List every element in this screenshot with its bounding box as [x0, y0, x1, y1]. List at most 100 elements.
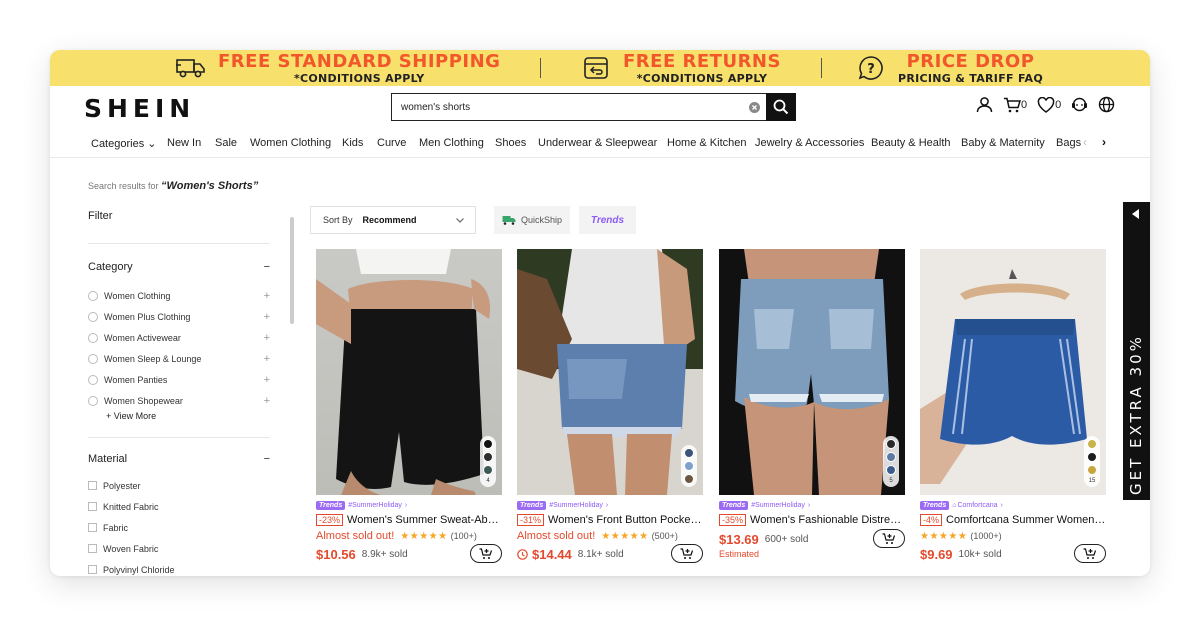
- swatch[interactable]: [684, 448, 694, 458]
- swatch[interactable]: [886, 439, 896, 449]
- category-option[interactable]: Women Shopewear +: [88, 390, 270, 411]
- swatch[interactable]: [483, 439, 493, 449]
- category-option[interactable]: Women Clothing +: [88, 285, 270, 306]
- search-input[interactable]: [392, 94, 742, 120]
- clear-search-icon[interactable]: [742, 94, 766, 120]
- swatch[interactable]: [1087, 465, 1097, 475]
- material-option[interactable]: Polyvinyl Chloride: [88, 559, 270, 576]
- quickship-filter[interactable]: QuickShip: [494, 206, 570, 234]
- nav-item-kids[interactable]: Kids: [342, 137, 363, 149]
- product-name[interactable]: Women's Summer Sweat-Absorbent...: [347, 514, 502, 526]
- product-name[interactable]: Comfortcana Summer Women ...: [946, 514, 1106, 526]
- expand-icon[interactable]: +: [264, 353, 270, 365]
- category-option[interactable]: Women Panties +: [88, 369, 270, 390]
- sort-dropdown[interactable]: Sort By Recommend: [310, 206, 476, 234]
- product-image[interactable]: 4: [316, 249, 502, 495]
- nav-item-categories[interactable]: Categories ⌄: [91, 137, 156, 150]
- view-more-link[interactable]: + View More: [106, 411, 270, 421]
- color-swatches[interactable]: 15: [1084, 436, 1100, 487]
- expand-icon[interactable]: +: [264, 395, 270, 407]
- color-swatches[interactable]: 5: [883, 436, 899, 487]
- add-to-cart-button[interactable]: [470, 544, 502, 563]
- category-option[interactable]: Women Sleep & Lounge +: [88, 348, 270, 369]
- product-name[interactable]: Women's Front Button Pocket Ripped...: [548, 514, 703, 526]
- nav-prev-icon[interactable]: ‹: [1083, 135, 1087, 149]
- promo-price-drop[interactable]: ? PRICE DROP PRICING & TARIFF FAQ: [856, 52, 1043, 84]
- nav-item-new-in[interactable]: New In: [167, 137, 201, 149]
- expand-icon[interactable]: +: [264, 332, 270, 344]
- nav-item-women-clothing[interactable]: Women Clothing: [250, 137, 331, 149]
- add-to-cart-button[interactable]: [1074, 544, 1106, 563]
- swatch[interactable]: [886, 465, 896, 475]
- category-header[interactable]: Category −: [88, 261, 270, 281]
- material-option[interactable]: Woven Fabric: [88, 538, 270, 559]
- nav-item-beauty-health[interactable]: Beauty & Health: [871, 137, 951, 149]
- checkbox[interactable]: [88, 481, 97, 490]
- hashtag-link[interactable]: #SummerHoliday: [348, 502, 402, 509]
- swatch[interactable]: [1087, 439, 1097, 449]
- color-swatches[interactable]: 4: [480, 436, 496, 487]
- sidebar-scrollbar[interactable]: [290, 217, 294, 324]
- swatch[interactable]: [483, 465, 493, 475]
- search-button[interactable]: [766, 93, 796, 121]
- category-option[interactable]: Women Plus Clothing +: [88, 306, 270, 327]
- nav-item-sale[interactable]: Sale: [215, 137, 237, 149]
- color-swatches[interactable]: [681, 445, 697, 487]
- checkbox[interactable]: [88, 502, 97, 511]
- collapse-icon[interactable]: −: [264, 261, 270, 281]
- nav-item-men-clothing[interactable]: Men Clothing: [419, 137, 484, 149]
- nav-item-shoes[interactable]: Shoes: [495, 137, 526, 149]
- product-card[interactable]: 5 Trends #SummerHoliday › -35% Women's F…: [719, 249, 905, 559]
- nav-item-home-kitchen[interactable]: Home & Kitchen: [667, 137, 746, 149]
- checkbox[interactable]: [88, 544, 97, 553]
- collapse-icon[interactable]: −: [264, 453, 270, 473]
- category-option[interactable]: Women Activewear +: [88, 327, 270, 348]
- brand-link[interactable]: Comfortcana: [957, 502, 997, 509]
- nav-item-jewelry-accessories[interactable]: Jewelry & Accessories: [755, 137, 864, 149]
- radio-button[interactable]: [88, 311, 98, 322]
- hashtag-link[interactable]: #SummerHoliday: [549, 502, 603, 509]
- expand-icon[interactable]: +: [264, 374, 270, 386]
- trends-filter[interactable]: Trends: [579, 206, 636, 234]
- nav-item-baby-maternity[interactable]: Baby & Maternity: [961, 137, 1045, 149]
- checkbox[interactable]: [88, 565, 97, 574]
- product-name[interactable]: Women's Fashionable Distressed...: [750, 514, 905, 526]
- material-header[interactable]: Material −: [88, 453, 270, 473]
- support-icon[interactable]: [1071, 96, 1088, 113]
- expand-icon[interactable]: +: [264, 311, 270, 323]
- nav-item-underwear-sleepwear[interactable]: Underwear & Sleepwear: [538, 137, 657, 149]
- promo-free-shipping[interactable]: FREE STANDARD SHIPPING *CONDITIONS APPLY: [176, 52, 500, 84]
- promo-free-returns[interactable]: FREE RETURNS *CONDITIONS APPLY: [581, 52, 781, 84]
- swatch[interactable]: [1087, 452, 1097, 462]
- product-image[interactable]: [517, 249, 703, 495]
- wishlist-button[interactable]: 0: [1037, 96, 1061, 113]
- swatch[interactable]: [886, 452, 896, 462]
- product-card[interactable]: Trends #SummerHoliday › -31% Women's Fro…: [517, 249, 703, 564]
- material-option[interactable]: Knitted Fabric: [88, 496, 270, 517]
- collapse-tab-icon[interactable]: [1132, 209, 1139, 219]
- material-option[interactable]: Polyester: [88, 475, 270, 496]
- material-option[interactable]: Fabric: [88, 517, 270, 538]
- account-icon[interactable]: [976, 96, 993, 113]
- checkbox[interactable]: [88, 523, 97, 532]
- hashtag-link[interactable]: #SummerHoliday: [751, 502, 805, 509]
- radio-button[interactable]: [88, 395, 98, 406]
- globe-icon[interactable]: [1098, 96, 1115, 113]
- nav-next-icon[interactable]: ›: [1102, 135, 1106, 149]
- swatch[interactable]: [684, 474, 694, 484]
- add-to-cart-button[interactable]: [873, 529, 905, 548]
- cart-button[interactable]: 0: [1003, 97, 1027, 113]
- radio-button[interactable]: [88, 290, 98, 301]
- product-card[interactable]: 15 Trends ⌂ Comfortcana › -4% Comfortcan…: [920, 249, 1106, 564]
- add-to-cart-button[interactable]: [671, 544, 703, 563]
- product-image[interactable]: 15: [920, 249, 1106, 495]
- promo-banner[interactable]: FREE STANDARD SHIPPING *CONDITIONS APPLY…: [50, 50, 1150, 86]
- radio-button[interactable]: [88, 332, 98, 343]
- shein-logo[interactable]: SHEIN: [84, 94, 195, 123]
- nav-item-bags[interactable]: Bags: [1056, 137, 1081, 149]
- radio-button[interactable]: [88, 353, 98, 364]
- swatch[interactable]: [684, 461, 694, 471]
- product-image[interactable]: 5: [719, 249, 905, 495]
- nav-item-curve[interactable]: Curve: [377, 137, 406, 149]
- product-card[interactable]: 4 Trends #SummerHoliday › -23% Women's S…: [316, 249, 502, 564]
